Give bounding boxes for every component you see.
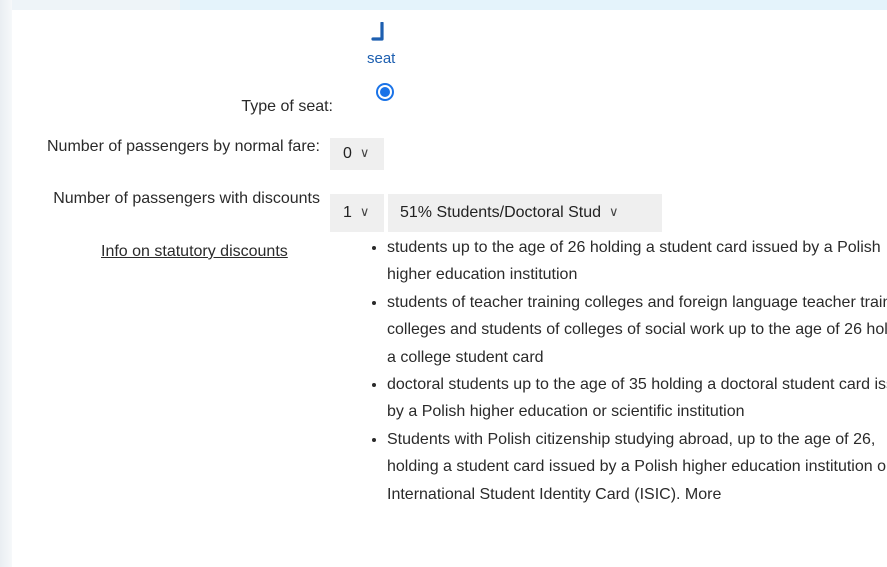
seat-type-radio[interactable]: [377, 84, 393, 100]
discount-type-value: 51% Students/Doctoral Stud: [400, 204, 602, 221]
type-of-seat-label: Type of seat:: [241, 98, 333, 115]
discount-passengers-label: Number of passengers with discounts: [53, 190, 320, 207]
chevron-down-icon: ∨: [359, 204, 370, 219]
top-background-strip: [180, 0, 887, 10]
normal-fare-value: 0: [343, 145, 352, 162]
seat-icon: [371, 22, 384, 41]
normal-fare-label: Number of passengers by normal fare:: [46, 138, 320, 155]
chevron-down-icon: ∨: [359, 145, 370, 160]
normal-fare-select[interactable]: 0 ∨: [330, 138, 384, 170]
seat-type-label: seat: [367, 50, 396, 67]
list-item: Students with Polish citizenship studyin…: [387, 426, 887, 508]
statutory-discounts-info-link[interactable]: Info on statutory discounts: [101, 243, 288, 261]
discount-count-select[interactable]: 1 ∨: [330, 194, 384, 232]
left-edge-shade: [0, 0, 12, 567]
list-item: doctoral students up to the age of 35 ho…: [387, 371, 887, 426]
list-item: students up to the age of 26 holding a s…: [387, 234, 887, 289]
discount-type-select[interactable]: 51% Students/Doctoral Stud ∨: [388, 194, 662, 232]
discount-count-value: 1: [343, 204, 352, 221]
discount-info-list: students up to the age of 26 holding a s…: [351, 234, 887, 508]
list-item: students of teacher training colleges an…: [387, 289, 887, 371]
chevron-down-icon: ∨: [609, 204, 619, 219]
